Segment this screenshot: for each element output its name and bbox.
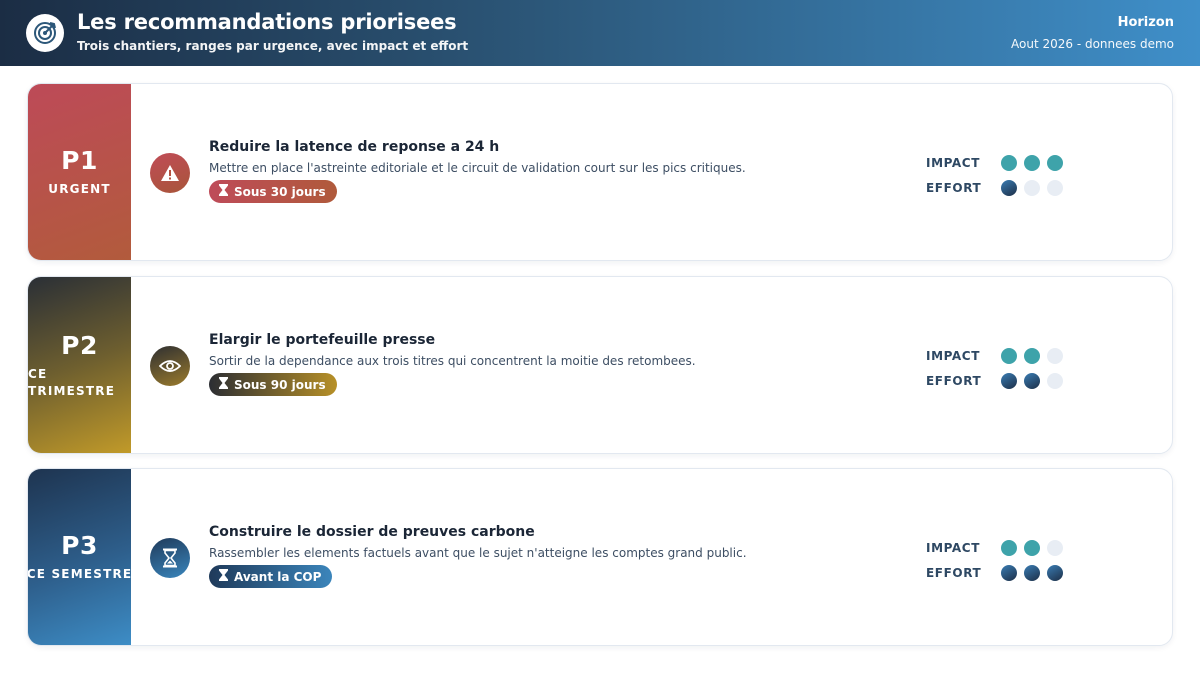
deadline-badge: Sous 30 jours: [209, 180, 337, 203]
priority-label: URGENT: [48, 182, 111, 196]
effort-row: EFFORT: [926, 560, 1070, 585]
priority-label: CE TRIMESTRE: [28, 366, 116, 398]
effort-label: EFFORT: [926, 373, 982, 388]
effort-dot: [1024, 372, 1040, 389]
deadline-badge: Sous 90 jours: [209, 373, 337, 396]
impact-label: IMPACT: [926, 348, 980, 363]
impact-row: IMPACT: [926, 535, 1070, 560]
effort-dot-empty: [1047, 372, 1063, 389]
effort-dot: [1047, 564, 1063, 581]
effort-row: EFFORT: [926, 368, 1070, 393]
recommendation-card-p2: P2 CE TRIMESTRE Elargir le portefeuille …: [27, 276, 1173, 454]
recommendation-card-p3: P3 CE SEMESTRE Construire le dossier de …: [27, 468, 1173, 646]
priority-block: P3 CE SEMESTRE: [28, 469, 131, 645]
effort-label: EFFORT: [926, 180, 982, 195]
deadline-badge: Avant la COP: [209, 565, 333, 588]
recommendation-title: Construire le dossier de preuves carbone: [209, 524, 535, 540]
effort-label: EFFORT: [926, 565, 982, 580]
effort-dot: [1001, 372, 1017, 389]
impact-dot: [1001, 539, 1017, 556]
impact-dot: [1024, 539, 1040, 556]
priority-code: P3: [61, 531, 98, 560]
priority-code: P2: [61, 330, 98, 360]
warning-icon: [150, 153, 190, 193]
recommendation-card-p1: P1 URGENT Reduire la latence de reponse …: [27, 83, 1173, 261]
metrics: IMPACT EFFORT: [926, 343, 1070, 393]
impact-dot-empty: [1047, 539, 1063, 556]
page-header: Les recommandations priorisees Trois cha…: [0, 0, 1200, 66]
effort-row: EFFORT: [926, 175, 1070, 200]
recommendation-body: Construire le dossier de preuves carbone…: [209, 524, 809, 588]
effort-dot: [1001, 564, 1017, 581]
impact-row: IMPACT: [926, 150, 1070, 175]
impact-dot-empty: [1047, 347, 1063, 364]
impact-dot: [1001, 154, 1017, 171]
recommendation-title: Elargir le portefeuille presse: [209, 332, 436, 348]
recommendation-description: Sortir de la dependance aux trois titres…: [209, 354, 696, 368]
recommendation-body: Elargir le portefeuille presse Sortir de…: [209, 332, 809, 396]
priority-code: P1: [61, 146, 98, 175]
priority-label: CE SEMESTRE: [27, 567, 133, 581]
effort-dot: [1001, 179, 1017, 196]
page-subtitle: Trois chantiers, ranges par urgence, ave…: [77, 39, 469, 53]
effort-dot: [1024, 564, 1040, 581]
brand-name: Horizon: [1117, 15, 1174, 30]
impact-dot: [1001, 347, 1017, 364]
metrics: IMPACT EFFORT: [926, 150, 1070, 200]
hourglass-icon: [219, 377, 228, 392]
deadline-text: Sous 30 jours: [234, 184, 326, 199]
recommendation-body: Reduire la latence de reponse a 24 h Met…: [209, 139, 809, 203]
deadline-text: Avant la COP: [234, 569, 322, 584]
deadline-text: Sous 90 jours: [234, 377, 326, 392]
impact-label: IMPACT: [926, 155, 980, 170]
impact-dot: [1024, 154, 1040, 171]
effort-dot-empty: [1024, 179, 1040, 196]
effort-dot-empty: [1047, 179, 1063, 196]
impact-dot: [1024, 347, 1040, 364]
impact-row: IMPACT: [926, 343, 1070, 368]
recommendation-description: Rassembler les elements factuels avant q…: [209, 546, 747, 560]
impact-dot: [1047, 154, 1063, 171]
eye-icon: [150, 346, 190, 386]
priority-block: P2 CE TRIMESTRE: [28, 277, 131, 453]
hourglass-icon: [219, 569, 228, 584]
page-title: Les recommandations priorisees: [77, 10, 457, 34]
priority-block: P1 URGENT: [28, 84, 131, 260]
recommendation-description: Mettre en place l'astreinte editoriale e…: [209, 161, 746, 175]
impact-label: IMPACT: [926, 540, 980, 555]
hourglass-icon: [219, 184, 228, 199]
hourglass-icon: [150, 538, 190, 578]
recommendation-title: Reduire la latence de reponse a 24 h: [209, 139, 500, 155]
metrics: IMPACT EFFORT: [926, 535, 1070, 585]
report-date: Aout 2026 - donnees demo: [1011, 37, 1174, 51]
target-icon: [26, 14, 64, 52]
